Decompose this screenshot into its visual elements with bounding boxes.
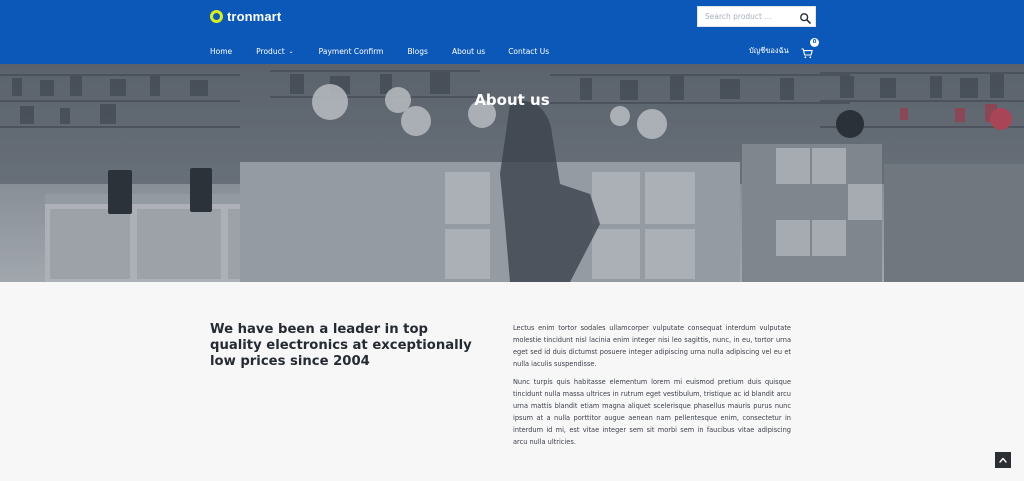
- search-box: [697, 6, 816, 27]
- logo-icon: [210, 10, 223, 23]
- about-paragraph: Nunc turpis quis habitasse elementum lor…: [513, 378, 791, 446]
- cart-icon: [801, 48, 813, 59]
- about-paragraph: Lectus enim tortor sodales ullamcorper v…: [513, 324, 791, 368]
- logo[interactable]: tronmart: [210, 9, 281, 24]
- chevron-down-icon: ⌄: [288, 47, 294, 55]
- search-button[interactable]: [799, 10, 812, 24]
- cart-count-badge: 0: [810, 38, 819, 47]
- about-heading: We have been a leader in top quality ele…: [210, 322, 472, 369]
- site-header: tronmart Home Product⌄ Payment Confirm B…: [0, 0, 1024, 64]
- search-input[interactable]: [698, 7, 796, 26]
- nav-item-label: About us: [451, 46, 486, 56]
- nav-item-about-us[interactable]: About us: [452, 47, 485, 56]
- nav-item-label: Payment Confirm: [318, 46, 384, 56]
- hero-banner: About us: [0, 64, 1024, 282]
- nav-item-label: Product: [256, 46, 285, 56]
- back-to-top-button[interactable]: [995, 452, 1011, 468]
- chevron-up-icon: [999, 457, 1007, 463]
- nav-item-home[interactable]: Home: [210, 47, 232, 56]
- nav-item-product[interactable]: Product ⌄: [256, 47, 294, 56]
- logo-text: tronmart: [227, 9, 282, 24]
- my-account-link[interactable]: บัญชีของฉัน: [749, 45, 789, 57]
- page-title: About us: [474, 91, 550, 109]
- main-nav: Home Product ⌄ Payment Confirm Blogs Abou…: [210, 45, 549, 57]
- nav-item-blogs[interactable]: Blogs: [407, 47, 428, 56]
- nav-item-contact-us[interactable]: Contact Us: [508, 47, 549, 56]
- nav-item-label: Home: [210, 46, 233, 56]
- nav-item-label: Blogs: [407, 46, 428, 56]
- nav-item-label: Contact Us: [508, 46, 550, 56]
- search-icon: [800, 13, 811, 24]
- nav-item-payment-confirm[interactable]: Payment Confirm: [319, 47, 384, 56]
